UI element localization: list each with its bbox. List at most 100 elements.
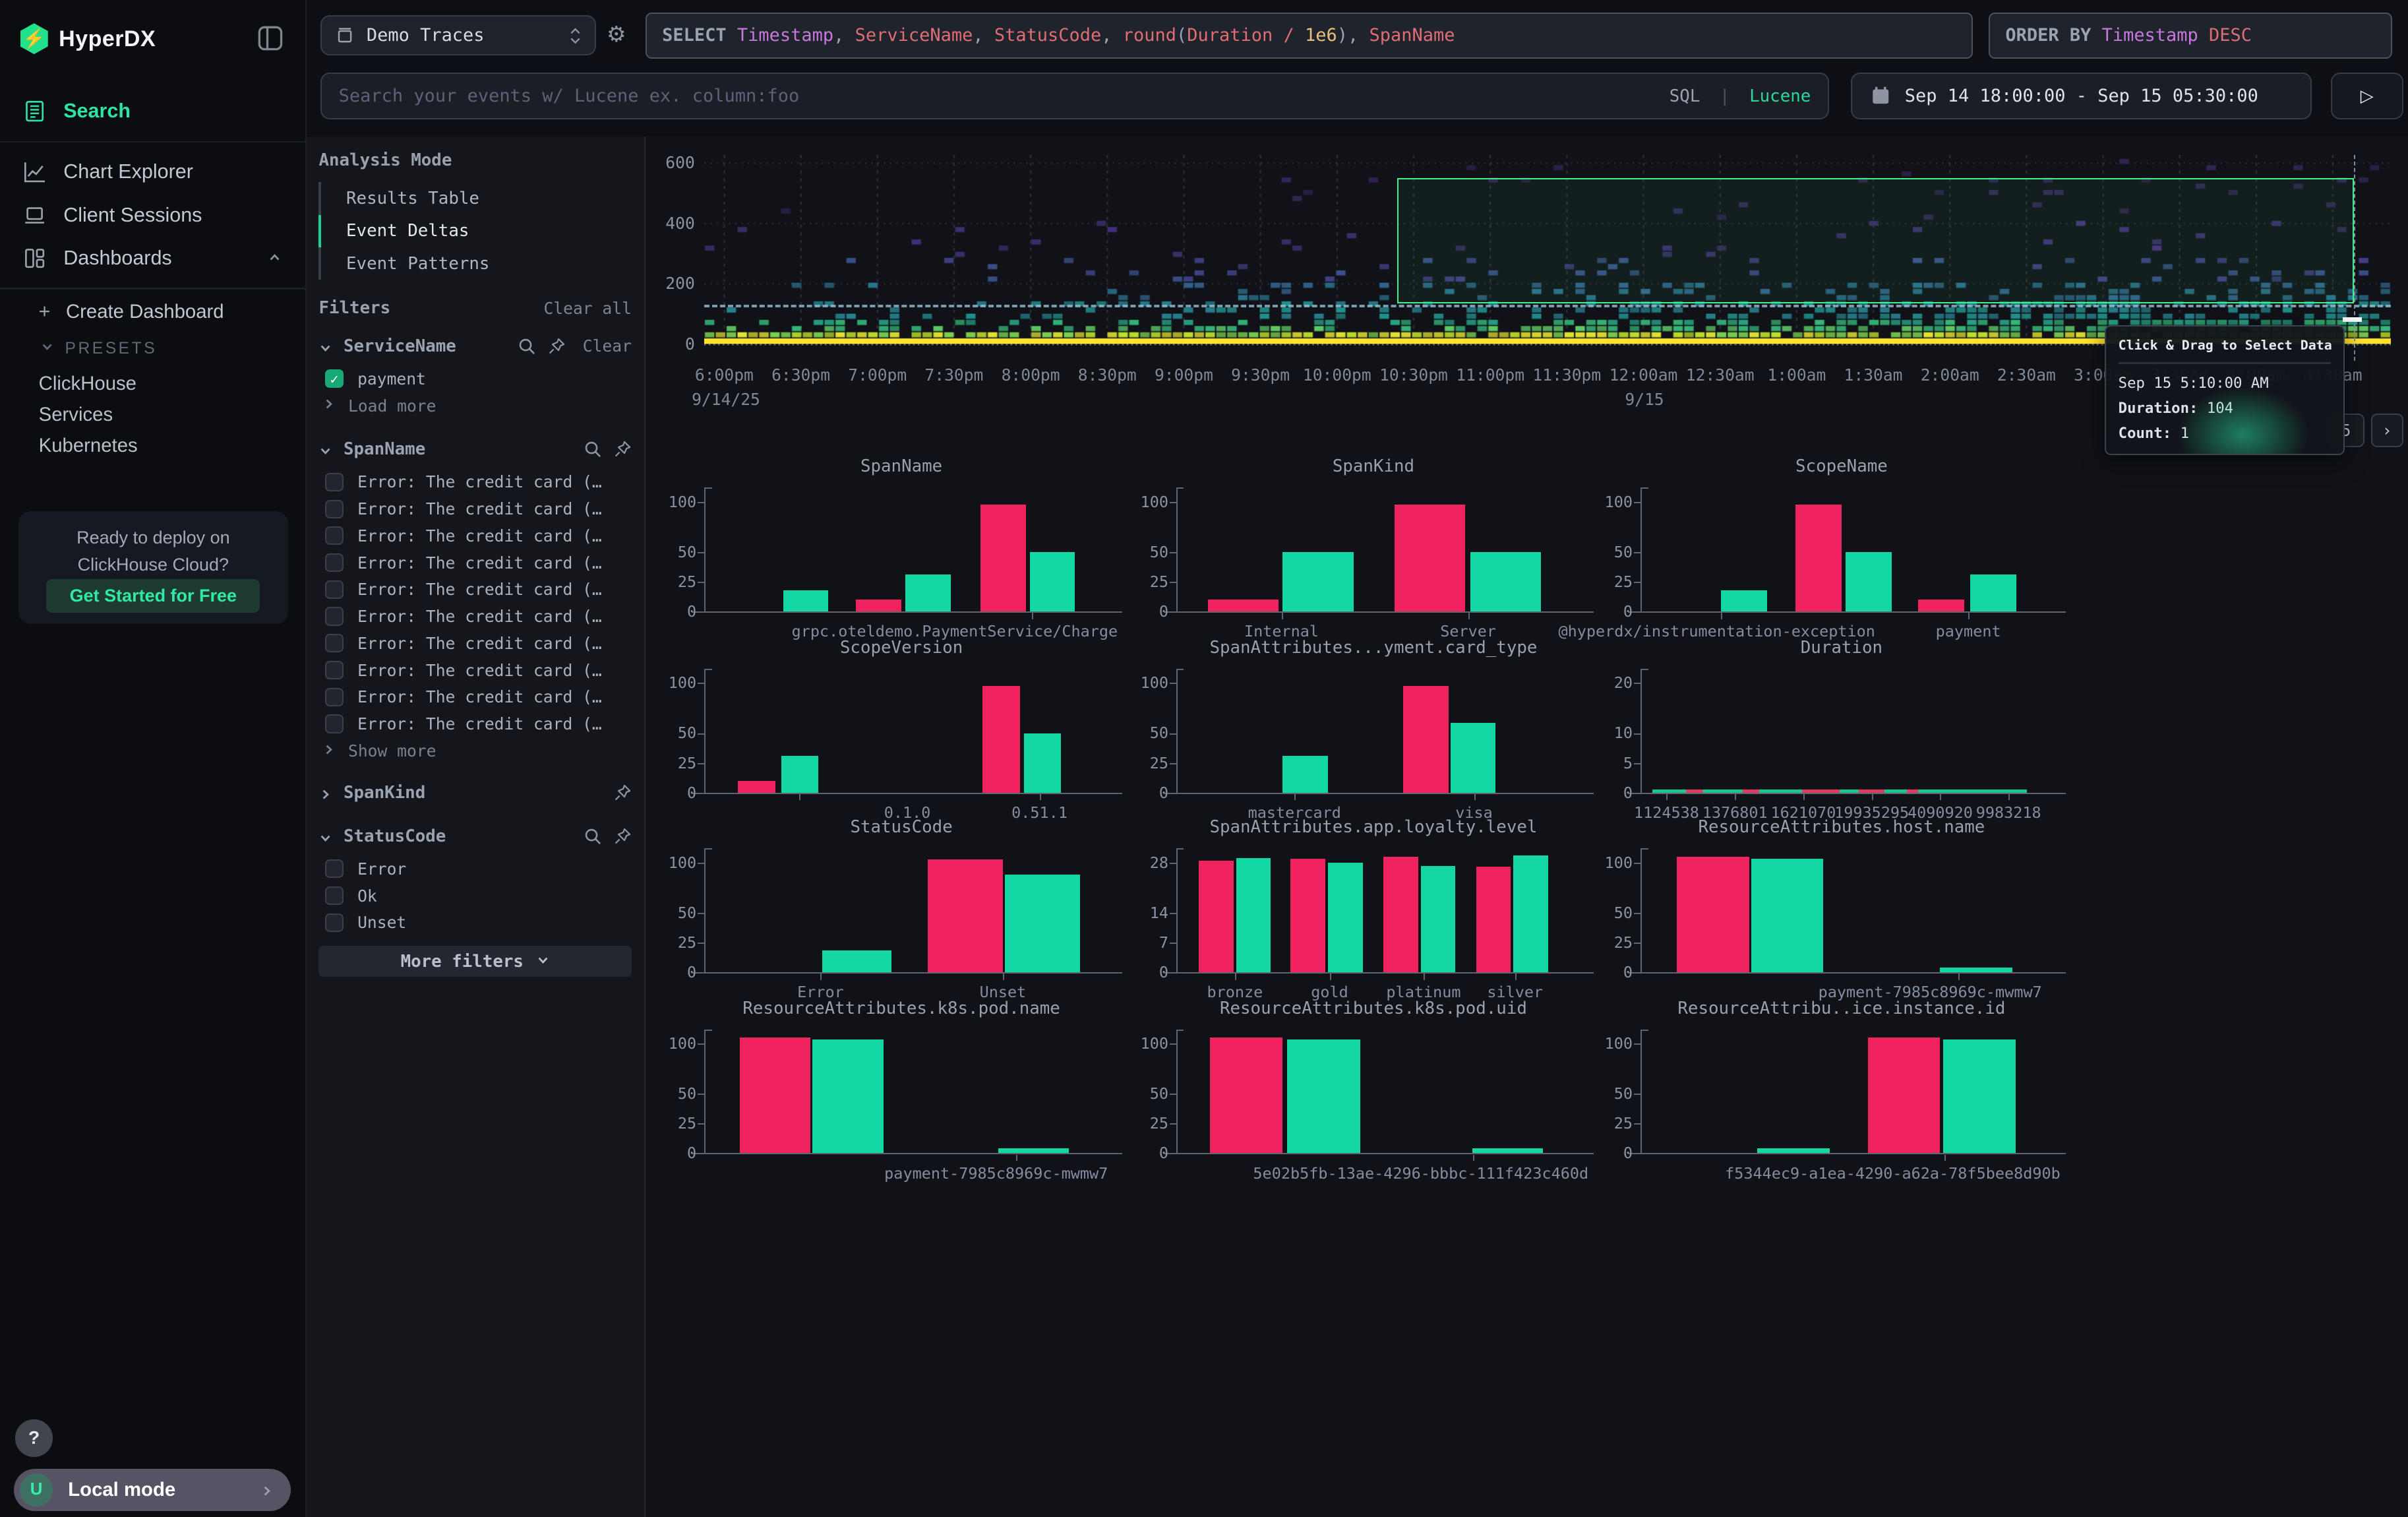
preset-kubernetes[interactable]: Kubernetes <box>39 430 307 461</box>
order-by-input[interactable]: ORDER BY Timestamp DESC <box>1989 13 2393 59</box>
checkbox[interactable] <box>325 473 344 491</box>
y-tick-mark <box>698 1123 704 1125</box>
pin-icon[interactable] <box>547 337 566 356</box>
clear-filter-button[interactable]: Clear <box>583 336 632 356</box>
heatmap-ytick: 0 <box>648 334 694 354</box>
checkbox[interactable] <box>325 580 344 599</box>
selection-box[interactable] <box>1397 178 2353 303</box>
help-button[interactable]: ? <box>15 1419 52 1456</box>
checkbox-checked[interactable]: ✓ <box>325 369 344 388</box>
search-icon[interactable] <box>584 827 602 846</box>
gear-icon[interactable]: ⚙ <box>607 22 626 47</box>
search-placeholder: Search your events w/ Lucene ex. column:… <box>339 86 1670 106</box>
filter-option-spanname-5[interactable]: Error: The credit card (… <box>318 607 631 626</box>
select-query-input[interactable]: SELECT Timestamp, ServiceName, StatusCod… <box>646 13 1973 59</box>
filter-option-servicename-0[interactable]: ✓payment <box>318 369 631 388</box>
filter-option-statuscode-2[interactable]: Unset <box>318 913 631 932</box>
clear-all-button[interactable]: Clear all <box>543 299 631 318</box>
more-filters-button[interactable]: More filters <box>318 946 631 977</box>
chart-plot-area[interactable] <box>1640 669 2043 793</box>
filter-option-spanname-7[interactable]: Error: The credit card (… <box>318 661 631 680</box>
lucene-mode-button[interactable]: Lucene <box>1749 86 1811 106</box>
next-page-button[interactable]: › <box>2371 414 2403 448</box>
bar-outlier <box>982 686 1020 793</box>
chart-plot-area[interactable] <box>1176 669 1571 793</box>
sidebar-item-client-sessions[interactable]: Client Sessions <box>0 193 307 237</box>
sidebar-item-chart-explorer[interactable]: Chart Explorer <box>0 150 307 194</box>
load-more-button[interactable]: Load more <box>318 396 631 416</box>
filter-option-statuscode-0[interactable]: Error <box>318 859 631 879</box>
search-icon[interactable] <box>584 440 602 458</box>
checkbox[interactable] <box>325 526 344 545</box>
checkbox[interactable] <box>325 859 344 878</box>
checkbox[interactable] <box>325 913 344 932</box>
checkbox[interactable] <box>325 661 344 679</box>
chart-title: Duration <box>1801 638 1882 658</box>
filter-option-spanname-8[interactable]: Error: The credit card (… <box>318 687 631 706</box>
filter-option-spanname-9[interactable]: Error: The credit card (… <box>318 714 631 733</box>
language-toggle[interactable]: SQL | Lucene <box>1670 86 1811 106</box>
filter-option-spanname-4[interactable]: Error: The credit card (… <box>318 580 631 599</box>
bar-outlier <box>738 781 775 793</box>
bar-inlier <box>783 590 829 611</box>
sidebar-collapse-icon[interactable] <box>257 25 284 57</box>
x-axis-line <box>1628 972 2066 974</box>
filter-option-spanname-1[interactable]: Error: The credit card (… <box>318 499 631 518</box>
filter-group-spanname[interactable]: SpanName <box>318 437 631 462</box>
analysis-mode-event-deltas[interactable]: Event Deltas <box>318 215 631 247</box>
filter-group-spankind[interactable]: SpanKind <box>318 780 631 805</box>
checkbox[interactable] <box>325 500 344 518</box>
chart-ytick: 25 <box>1125 573 1168 591</box>
y-tick-mark <box>1634 552 1640 553</box>
x-tick-mark <box>1872 794 1873 800</box>
chart-ytick: 0 <box>1125 963 1168 981</box>
sql-mode-button[interactable]: SQL <box>1670 86 1701 106</box>
chart-ytick: 100 <box>653 673 696 692</box>
checkbox[interactable] <box>325 688 344 706</box>
chart-ytick: 0 <box>653 602 696 621</box>
analysis-mode-event-patterns[interactable]: Event Patterns <box>318 247 631 280</box>
sidebar-item-dashboards[interactable]: Dashboards <box>0 237 307 280</box>
chart-ytick: 50 <box>1125 1084 1168 1103</box>
bar-inlier <box>812 1039 884 1153</box>
y-tick-mark <box>698 582 704 583</box>
preset-clickhouse[interactable]: ClickHouse <box>39 369 307 400</box>
chart-plot-area[interactable] <box>1176 848 1571 972</box>
search-icon[interactable] <box>518 337 536 356</box>
preset-services[interactable]: Services <box>39 399 307 430</box>
x-axis-line <box>1164 611 1594 613</box>
checkbox[interactable] <box>325 886 344 905</box>
filter-option-spanname-6[interactable]: Error: The credit card (… <box>318 634 631 653</box>
filter-group-statuscode[interactable]: StatusCode <box>318 824 631 849</box>
y-axis-cap <box>704 487 712 489</box>
filter-option-statuscode-1[interactable]: Ok <box>318 886 631 906</box>
run-query-button[interactable]: ▷ <box>2331 73 2403 119</box>
filter-option-spanname-3[interactable]: Error: The credit card (… <box>318 553 631 573</box>
checkbox[interactable] <box>325 634 344 652</box>
checkbox[interactable] <box>325 607 344 625</box>
query-token: / <box>1273 25 1305 46</box>
sidebar-item-search[interactable]: Search <box>0 90 307 133</box>
date-range-picker[interactable]: Sep 14 18:00:00 - Sep 15 05:30:00 <box>1851 73 2312 119</box>
analysis-mode-results-table[interactable]: Results Table <box>318 182 631 214</box>
search-input[interactable]: Search your events w/ Lucene ex. column:… <box>320 73 1829 119</box>
x-axis-line <box>1164 1153 1594 1154</box>
account-button[interactable]: U Local mode <box>14 1469 291 1510</box>
chart-ytick: 0 <box>653 784 696 802</box>
checkbox[interactable] <box>325 714 344 733</box>
bar-inlier <box>905 574 951 611</box>
get-started-button[interactable]: Get Started for Free <box>46 579 260 613</box>
x-tick-mark <box>1032 613 1033 619</box>
create-dashboard-button[interactable]: + Create Dashboard <box>0 297 307 327</box>
show-more-button[interactable]: Show more <box>318 741 631 760</box>
source-select[interactable]: Demo Traces <box>320 15 596 55</box>
filter-option-spanname-0[interactable]: Error: The credit card (… <box>318 472 631 491</box>
checkbox[interactable] <box>325 553 344 572</box>
presets-header[interactable]: PRESETS <box>0 334 307 364</box>
pin-icon[interactable] <box>613 784 632 802</box>
heatmap-xtick: 2:00am <box>1921 365 1979 385</box>
pin-icon[interactable] <box>613 827 632 846</box>
filter-option-spanname-2[interactable]: Error: The credit card (… <box>318 526 631 545</box>
filter-group-servicename[interactable]: ServiceNameClear <box>318 334 631 359</box>
pin-icon[interactable] <box>613 440 632 458</box>
